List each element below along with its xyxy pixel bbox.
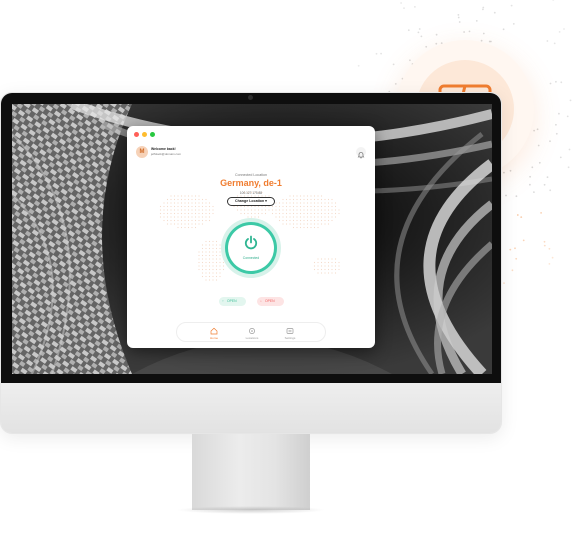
arrow-up-icon: ↑ — [222, 299, 224, 303]
connected-location-label: Connected Location — [235, 173, 267, 177]
home-icon — [210, 327, 218, 335]
vpn-app-window: M Welcome back! jeffslack@domain.com Con… — [127, 126, 375, 348]
power-icon — [244, 235, 258, 250]
connection-status: Connected — [242, 256, 260, 260]
chevron-down-icon: ▾ — [265, 199, 267, 203]
nav-settings[interactable]: Settings — [272, 325, 308, 341]
avatar[interactable]: M — [136, 146, 148, 158]
monitor-stand — [192, 434, 310, 510]
nav-home[interactable]: Home — [196, 325, 232, 341]
change-location-label: Change Location — [235, 199, 265, 203]
change-location-button[interactable]: Change Location ▾ — [227, 197, 275, 206]
notifications-button[interactable] — [356, 147, 366, 159]
download-status: OPEN — [265, 299, 275, 303]
upload-status: OPEN — [227, 299, 237, 303]
connected-location: Germany, de-1 — [220, 178, 282, 188]
user-email: jeffslack@domain.com — [151, 152, 182, 156]
minimize-window-button[interactable] — [142, 132, 147, 137]
maximize-window-button[interactable] — [150, 132, 155, 137]
settings-icon — [286, 328, 294, 334]
download-status-badge: ↓ OPEN — [257, 297, 284, 306]
bell-icon — [357, 152, 365, 159]
arrow-down-icon: ↓ — [260, 299, 262, 303]
camera — [248, 95, 253, 100]
stand-shadow — [176, 506, 326, 514]
bottom-nav: Home Locations Settings — [176, 322, 326, 342]
nav-locations[interactable]: Locations — [234, 325, 270, 341]
monitor-chin — [1, 383, 501, 433]
nav-settings-label: Settings — [284, 336, 296, 340]
close-window-button[interactable] — [134, 132, 139, 137]
connect-toggle[interactable]: Connected — [221, 218, 281, 278]
ip-address: 100.127.175.88 — [239, 191, 263, 195]
upload-status-badge: ↑ OPEN — [219, 297, 246, 306]
welcome-text: Welcome back! — [151, 147, 176, 151]
location-icon — [249, 328, 255, 334]
nav-locations-label: Locations — [245, 336, 259, 340]
nav-home-label: Home — [209, 336, 218, 340]
